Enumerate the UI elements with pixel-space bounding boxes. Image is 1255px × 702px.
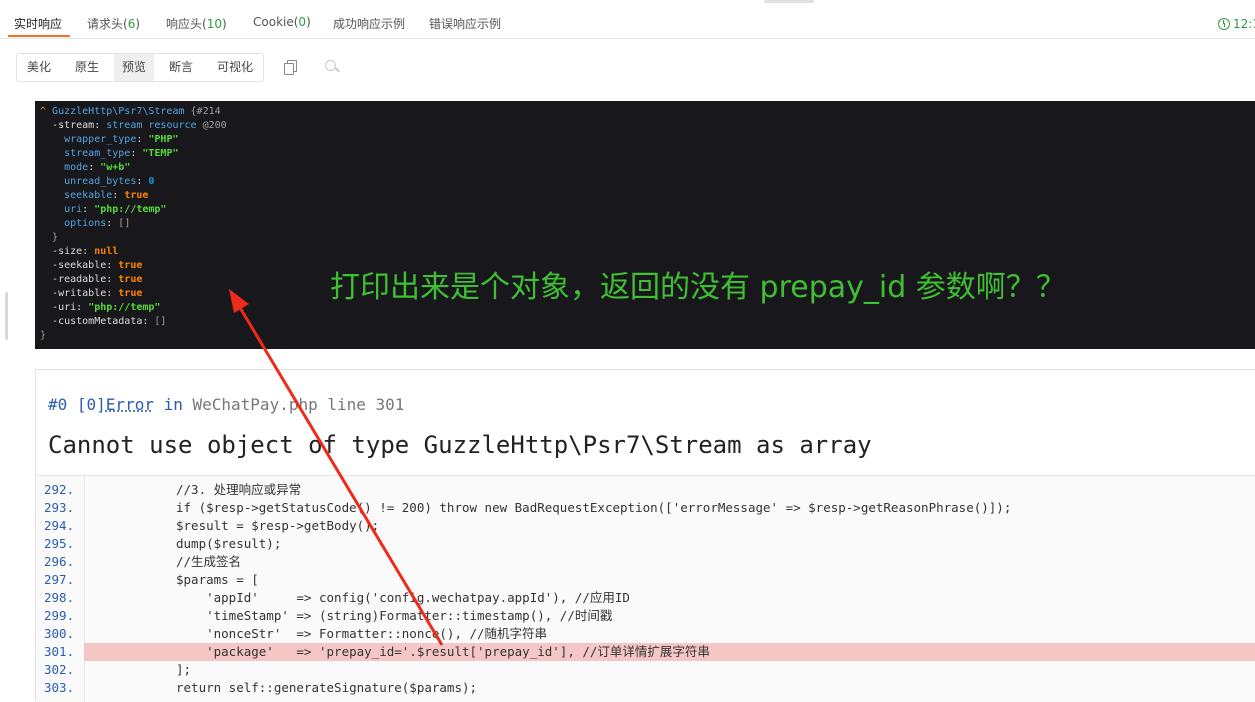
arrow-shaft <box>234 300 444 646</box>
annotation-arrow <box>229 289 444 646</box>
arrow-head <box>229 289 249 313</box>
